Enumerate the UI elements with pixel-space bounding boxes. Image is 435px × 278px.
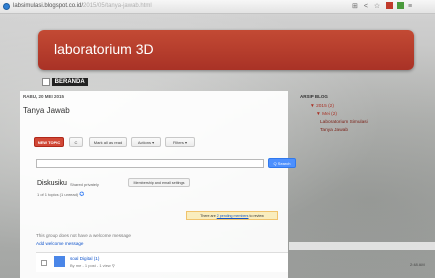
globe-icon	[3, 3, 10, 10]
browser-tools: ⊞ < ☆ ≡	[352, 2, 414, 10]
pin-icon: ⚲	[111, 263, 115, 268]
topics-count-text: 1 of 1 topics (1 unread)	[37, 192, 79, 197]
blog-archive: ARSIP BLOG ▼ 2015 (2) ▼ Mei (2) Laborato…	[300, 94, 368, 133]
post-date: RABU, 20 MEI 2015	[23, 94, 65, 99]
add-welcome-link[interactable]: Add welcome message	[36, 241, 84, 246]
nav-home[interactable]: BERANDA	[51, 78, 88, 86]
topic-meta-text: By me - 1 post - 1 view	[70, 263, 111, 268]
actions-dropdown[interactable]: Actions ▾	[131, 137, 161, 147]
blog-header: laboratorium 3D	[38, 30, 414, 70]
topic-checkbox[interactable]	[41, 260, 47, 266]
refresh-button[interactable]: C	[69, 137, 83, 147]
search-button[interactable]: Q Search	[268, 158, 296, 168]
url-path: 2015/05/tanya-jawab.html	[83, 3, 152, 9]
star-icon[interactable]: ☆	[374, 3, 382, 10]
pending-text: There are	[200, 214, 217, 218]
filters-dropdown[interactable]: Filters ▾	[165, 137, 195, 147]
scroll-region	[289, 242, 435, 250]
archive-month[interactable]: ▼ Mei (2)	[316, 112, 337, 117]
shared-label: Shared privately	[70, 182, 99, 187]
archive-heading: ARSIP BLOG	[300, 94, 328, 99]
mark-all-read-button[interactable]: Mark all as read	[89, 137, 127, 147]
membership-settings-button[interactable]: Membership and email settings	[128, 178, 190, 187]
pending-text-end: to review	[248, 214, 264, 218]
blog-title[interactable]: laboratorium 3D	[54, 41, 154, 57]
topic-meta: By me - 1 post - 1 view ⚲	[70, 263, 115, 268]
archive-post-link[interactable]: Laboratorium Simulasi	[320, 120, 368, 125]
no-welcome-message: This group does not have a welcome messa…	[36, 233, 131, 238]
topic-title[interactable]: soal Digital (1)	[70, 256, 99, 261]
topic-count: (1)	[93, 256, 100, 261]
blog-nav: BERANDA	[42, 78, 88, 86]
url-host: labsimulasi.blogspot.co.id/	[13, 3, 84, 9]
extension-icon[interactable]	[386, 2, 394, 9]
address-bar[interactable]: labsimulasi.blogspot.co.id/2015/05/tanya…	[13, 3, 152, 9]
bookmark-icon[interactable]: ⊞	[352, 3, 360, 10]
share-icon[interactable]: <	[364, 3, 370, 10]
topics-count: 1 of 1 topics (1 unread) ✪	[37, 191, 84, 198]
menu-icon[interactable]: ≡	[408, 3, 414, 10]
extension-icon[interactable]	[397, 2, 405, 9]
home-icon[interactable]	[42, 78, 50, 86]
post-panel: RABU, 20 MEI 2015 Tanya Jawab NEW TOPIC …	[20, 91, 296, 278]
new-topic-button[interactable]: NEW TOPIC	[34, 137, 64, 147]
group-name[interactable]: Diskusiku	[37, 180, 67, 187]
archive-post-link[interactable]: Tanya Jawab	[320, 128, 348, 133]
pending-members-link[interactable]: 2 pending members	[217, 214, 249, 218]
post-title[interactable]: Tanya Jawab	[23, 106, 70, 115]
browser-toolbar: labsimulasi.blogspot.co.id/2015/05/tanya…	[0, 0, 435, 14]
avatar	[54, 256, 65, 267]
star-icon[interactable]: ✪	[79, 192, 84, 198]
clock: 2:48 AM	[410, 262, 425, 267]
pending-members-notice: There are 2 pending members to review	[186, 211, 278, 220]
topic-title-text[interactable]: soal Digital	[70, 256, 92, 261]
search-input[interactable]	[36, 159, 264, 168]
topic-row[interactable]: soal Digital (1) By me - 1 post - 1 view…	[36, 252, 288, 272]
archive-year[interactable]: ▼ 2015 (2)	[310, 104, 334, 109]
